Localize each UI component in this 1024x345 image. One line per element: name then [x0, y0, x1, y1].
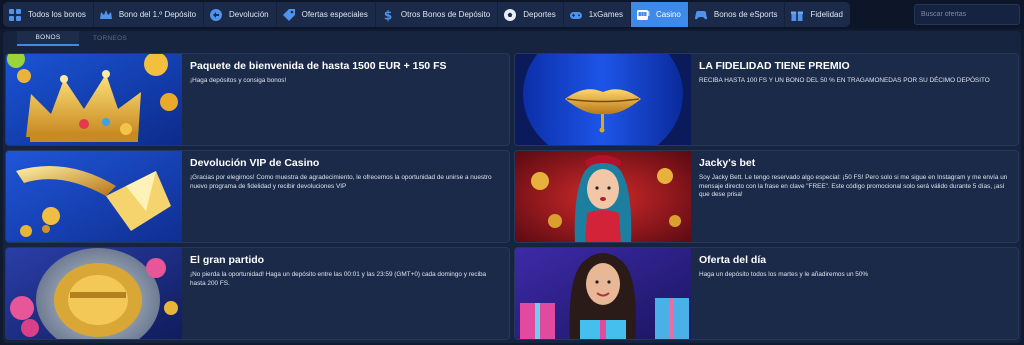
card-title: Oferta del día — [699, 254, 767, 266]
nav-label: Otros Bonos de Depósito — [400, 10, 491, 19]
jacky-portrait-image — [515, 151, 691, 242]
grid-icon — [8, 8, 22, 22]
bonus-card-vip-cashback[interactable]: Devolución VIP de Casino ¡Gracias por el… — [5, 150, 510, 243]
nav-bar: Todos los bonos Bono del 1.º Depósito De… — [3, 2, 850, 27]
card-title: LA FIDELIDAD TIENE PREMIO — [699, 60, 850, 72]
card-description: RECIBA HASTA 100 FS Y UN BONO DEL 50 % E… — [699, 77, 990, 84]
bonus-card-loyalty-reward[interactable]: LA FIDELIDAD TIENE PREMIO RECIBA HASTA 1… — [514, 53, 1019, 146]
golden-lips-image — [515, 54, 691, 145]
gift-icon — [790, 8, 804, 22]
nav-item-casino[interactable]: Casino — [630, 2, 689, 27]
bonus-card-deal-of-the-day[interactable]: Oferta del día Haga un depósito todos lo… — [514, 247, 1019, 340]
golden-crown-image — [6, 54, 182, 145]
tab-bonos[interactable]: BONOS — [17, 31, 79, 46]
gamepad-icon — [569, 8, 583, 22]
nav-label: Casino — [655, 10, 681, 19]
slot-machine-icon — [636, 8, 650, 22]
card-description: ¡Gracias por elegirnos! Como muestra de … — [190, 174, 492, 190]
nav-item-deportes[interactable]: Deportes — [498, 2, 564, 27]
vault-door-image — [6, 248, 182, 339]
tab-torneos[interactable]: TORNEOS — [79, 31, 141, 46]
crown-icon — [99, 8, 113, 22]
soccer-ball-icon — [503, 8, 517, 22]
dollar-icon: $ — [381, 8, 395, 22]
nav-item-otros-bonos-deposito[interactable]: $ Otros Bonos de Depósito — [376, 2, 499, 27]
bonus-panel: BONOS TORNEOS Paquete de bienvenida de h… — [3, 31, 1021, 343]
bonus-card-welcome-package[interactable]: Paquete de bienvenida de hasta 1500 EUR … — [5, 53, 510, 146]
nav-item-devolucion[interactable]: Devolución — [204, 2, 277, 27]
nav-item-fidelidad[interactable]: Fidelidad — [785, 2, 849, 27]
card-description: Haga un depósito todos los martes y le a… — [699, 271, 869, 278]
bonus-category-nav: Todos los bonos Bono del 1.º Depósito De… — [0, 0, 1024, 29]
nav-label: Ofertas especiales — [301, 10, 368, 19]
golden-diamond-image — [6, 151, 182, 242]
card-description: ¡Haga depósitos y consiga bonos! — [190, 77, 287, 84]
nav-item-bonos-esports[interactable]: Bonos de eSports — [689, 2, 786, 27]
esports-controller-icon — [694, 8, 708, 22]
nav-label: Bonos de eSports — [713, 10, 778, 19]
svg-text:$: $ — [384, 8, 392, 22]
card-description: Soy Jacky Bett. Le tengo reservado algo … — [699, 174, 1008, 199]
card-title: Devolución VIP de Casino — [190, 157, 320, 169]
search-input[interactable] — [921, 11, 1019, 18]
nav-label: Devolución — [229, 10, 269, 19]
refund-icon — [209, 8, 223, 22]
search-box[interactable] — [914, 4, 1020, 25]
card-title: Paquete de bienvenida de hasta 1500 EUR … — [190, 60, 447, 72]
bonus-card-jackys-bet[interactable]: Jacky's bet Soy Jacky Bett. Le tengo res… — [514, 150, 1019, 243]
card-title: Jacky's bet — [699, 157, 756, 169]
nav-label: Bono del 1.º Depósito — [118, 10, 197, 19]
nav-item-bono-primer-deposito[interactable]: Bono del 1.º Depósito — [94, 2, 205, 27]
nav-label: Fidelidad — [810, 10, 843, 19]
card-description: ¡No pierda la oportunidad! Haga un depós… — [190, 271, 487, 287]
bonus-card-big-match[interactable]: El gran partido ¡No pierda la oportunida… — [5, 247, 510, 340]
nav-label: Todos los bonos — [28, 10, 86, 19]
card-title: El gran partido — [190, 254, 265, 266]
bonus-tabs: BONOS TORNEOS — [17, 31, 141, 46]
tag-icon — [282, 8, 296, 22]
nav-label: 1xGames — [588, 10, 623, 19]
nav-item-1xgames[interactable]: 1xGames — [564, 2, 631, 27]
nav-label: Deportes — [523, 10, 556, 19]
gift-woman-image — [515, 248, 691, 339]
nav-item-ofertas-especiales[interactable]: Ofertas especiales — [277, 2, 376, 27]
nav-item-todos-los-bonos[interactable]: Todos los bonos — [3, 2, 94, 27]
